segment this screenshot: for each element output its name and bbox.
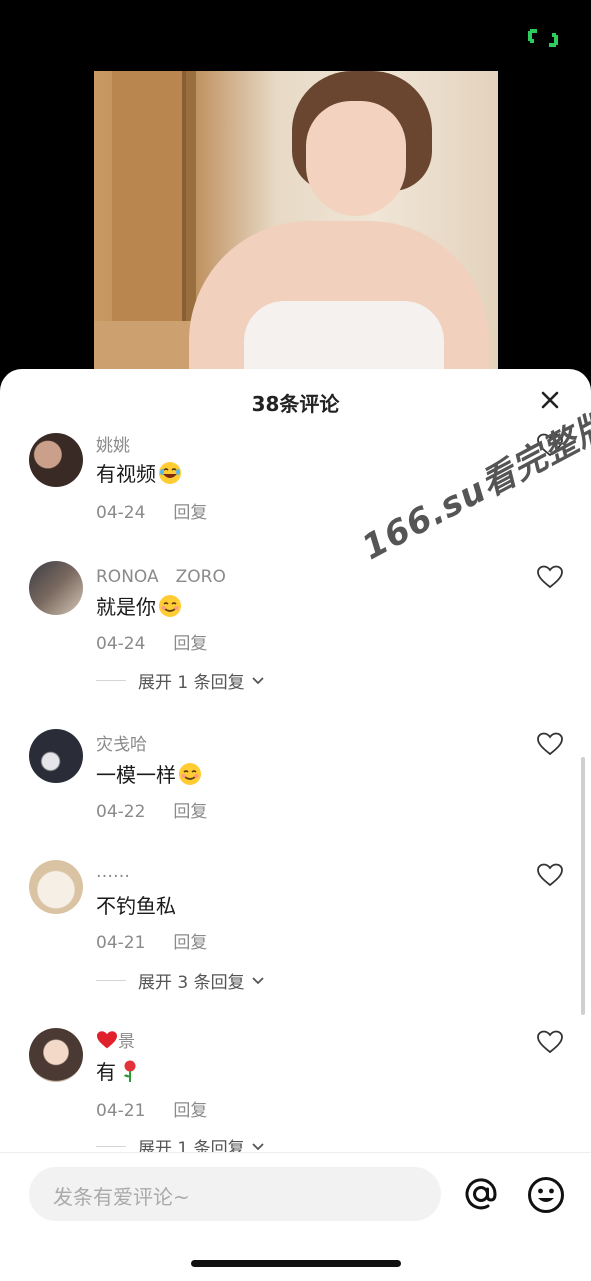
comment-input-bar: 发条有爱评论~ (0, 1152, 591, 1281)
rose-emoji-icon (124, 1060, 136, 1082)
comment-date: 04-24 (96, 503, 146, 523)
comment-text-content: 有视频 (96, 462, 156, 486)
comment-meta: 04-21 回复 (96, 928, 207, 953)
thumb-person-top (244, 301, 444, 371)
comment-text: 不钓鱼私 (96, 890, 176, 919)
expand-replies-button[interactable]: 展开 3 条回复 (96, 968, 265, 993)
comment-text-content: 不钓鱼私 (96, 894, 176, 918)
comment-input-placeholder: 发条有爱评论~ (53, 1185, 190, 1209)
expand-replies-label: 展开 3 条回复 (138, 973, 245, 993)
comment-text: 有视频 (96, 458, 182, 487)
emoji-icon[interactable] (526, 1175, 566, 1215)
comment-date: 04-24 (96, 634, 146, 654)
chevron-down-icon (251, 976, 264, 984)
thumb-floor (94, 321, 198, 371)
avatar[interactable] (29, 729, 83, 783)
comment-meta: 04-24 回复 (96, 498, 207, 523)
comment-text-content: 有 (96, 1060, 116, 1084)
comment-username[interactable]: 景 (96, 1027, 135, 1052)
home-indicator[interactable] (191, 1260, 401, 1267)
scrollbar[interactable] (581, 757, 585, 1015)
comment-username-text: 景 (118, 1032, 135, 1052)
laugh-emoji-icon (159, 462, 181, 484)
comment-meta: 04-22 回复 (96, 797, 207, 822)
comment-meta: 04-21 回复 (96, 1096, 207, 1121)
video-thumbnail[interactable] (94, 71, 498, 371)
avatar[interactable] (29, 433, 83, 487)
comments-title: 38条评论 (251, 392, 340, 416)
comments-sheet: 38条评论 (0, 369, 591, 1280)
expand-icon[interactable] (528, 29, 558, 47)
comment-date: 04-22 (96, 802, 146, 822)
comment-username[interactable]: RONOA ZORO (96, 562, 226, 587)
chevron-down-icon (251, 1142, 264, 1150)
heart-icon[interactable] (537, 565, 563, 589)
thumb-door (112, 71, 186, 326)
expand-divider (96, 980, 126, 981)
comment-text-content: 就是你 (96, 595, 156, 619)
comment-username[interactable]: 姚姚 (96, 431, 130, 456)
comment-input[interactable]: 发条有爱评论~ (29, 1167, 441, 1221)
expand-replies-button[interactable]: 展开 1 条回复 (96, 668, 265, 693)
heart-emoji-icon (97, 1031, 117, 1049)
reply-button[interactable]: 回复 (173, 634, 207, 654)
comment-username[interactable]: 灾戋哈 (96, 730, 147, 755)
comment-text: 一模一样 (96, 759, 202, 788)
expand-replies-label: 展开 1 条回复 (138, 673, 245, 693)
expand-divider (96, 680, 126, 681)
avatar[interactable] (29, 561, 83, 615)
reply-button[interactable]: 回复 (173, 933, 207, 953)
comment-meta: 04-24 回复 (96, 629, 207, 654)
chevron-down-icon (251, 676, 264, 684)
thumb-person-face (306, 101, 406, 216)
smile-emoji-icon (159, 595, 181, 617)
comment-text-content: 一模一样 (96, 763, 176, 787)
close-icon[interactable] (537, 387, 563, 413)
reply-button[interactable]: 回复 (173, 503, 207, 523)
comment-text: 有 (96, 1056, 142, 1085)
heart-icon[interactable] (537, 863, 563, 887)
reply-button[interactable]: 回复 (173, 802, 207, 822)
avatar[interactable] (29, 1028, 83, 1082)
heart-icon[interactable] (537, 732, 563, 756)
expand-divider (96, 1146, 126, 1147)
reply-button[interactable]: 回复 (173, 1101, 207, 1121)
video-area[interactable] (0, 0, 591, 380)
comment-date: 04-21 (96, 1101, 146, 1121)
heart-icon[interactable] (537, 1030, 563, 1054)
comment-text: 就是你 (96, 591, 182, 620)
smile-emoji-icon (179, 763, 201, 785)
at-icon[interactable] (462, 1175, 500, 1213)
comment-username[interactable]: …… (96, 862, 130, 882)
avatar[interactable] (29, 860, 83, 914)
comment-date: 04-21 (96, 933, 146, 953)
